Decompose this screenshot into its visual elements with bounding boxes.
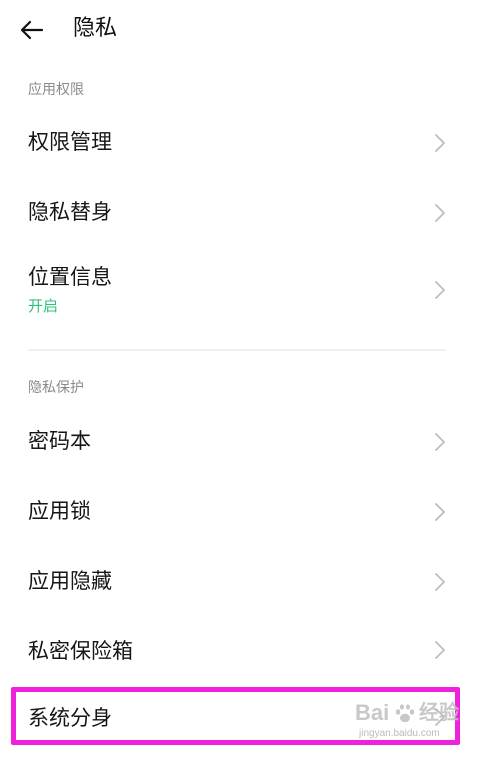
list-item-password-book[interactable]: 密码本 (0, 408, 477, 474)
list-item-label: 位置信息 (28, 265, 112, 289)
list-item-label: 私密保险箱 (28, 639, 133, 663)
chevron-right-icon (433, 639, 447, 661)
list-item-private-safe[interactable]: 私密保险箱 (0, 618, 477, 684)
watermark-brand-left: Bai (355, 700, 390, 725)
status-text: 开启 (28, 297, 59, 315)
list-item-label: 密码本 (28, 429, 91, 453)
watermark-brand-right: 经验 (419, 702, 459, 724)
section-label-privacy-protection: 隐私保护 (28, 380, 84, 396)
watermark-url: jingyan.baidu.com (359, 728, 440, 739)
chevron-right-icon (433, 501, 447, 523)
arrow-left-icon (20, 20, 44, 40)
list-item-label: 应用锁 (28, 499, 91, 523)
baidu-jingyan-watermark: Bai 经验 jingyan.baidu.com (355, 700, 470, 748)
list-item-app-lock[interactable]: 应用锁 (0, 478, 477, 544)
list-item-location-info[interactable]: 位置信息 开启 (0, 250, 477, 330)
list-item-permission-management[interactable]: 权限管理 (0, 110, 477, 174)
paw-icon (395, 704, 415, 723)
chevron-right-icon (433, 132, 447, 154)
list-item-label: 权限管理 (28, 130, 112, 154)
page-title: 隐私 (73, 16, 118, 41)
list-item-label: 隐私替身 (28, 200, 112, 224)
app-header: 隐私 (0, 0, 477, 60)
chevron-right-icon (433, 571, 447, 593)
chevron-right-icon (433, 202, 447, 224)
chevron-right-icon (433, 431, 447, 453)
privacy-settings-page: 隐私 应用权限 权限管理 隐私替身 位置信息 开启 隐私保护 密码本 应用锁 应… (0, 0, 477, 762)
list-item-label: 应用隐藏 (28, 569, 112, 593)
section-divider (28, 349, 446, 351)
list-item-app-hide[interactable]: 应用隐藏 (0, 548, 477, 614)
list-item-privacy-substitute[interactable]: 隐私替身 (0, 180, 477, 244)
back-button[interactable] (18, 12, 58, 48)
section-label-app-permissions: 应用权限 (28, 82, 84, 98)
chevron-right-icon (433, 279, 447, 301)
